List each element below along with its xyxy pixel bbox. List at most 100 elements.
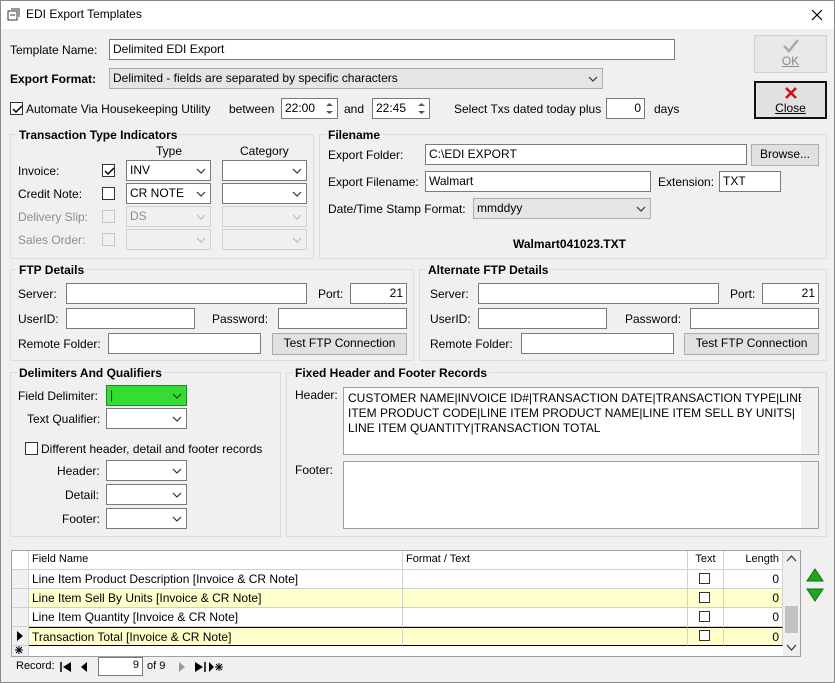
alt-ftp-port-label: Port: xyxy=(730,287,756,301)
export-filename-input[interactable]: Walmart xyxy=(425,171,651,192)
delim-detail-select[interactable] xyxy=(106,484,187,505)
field-delimiter-select[interactable]: | xyxy=(106,385,187,406)
days-input[interactable]: 0 xyxy=(606,98,645,119)
end-time-spinner[interactable]: 22:45 xyxy=(372,98,430,119)
row-text-checkbox[interactable] xyxy=(699,611,710,622)
delim-header-select[interactable] xyxy=(106,460,187,481)
new-row-selector[interactable] xyxy=(12,646,29,656)
spinner-arrows-icon xyxy=(418,103,425,114)
ftp-password-input[interactable] xyxy=(278,308,407,329)
column-header-length[interactable]: Length xyxy=(724,551,783,570)
fixed-header-textarea[interactable]: CUSTOMER NAME|INVOICE ID#|TRANSACTION DA… xyxy=(343,387,819,455)
row-selector[interactable] xyxy=(12,608,29,627)
table-row-field-name[interactable]: Line Item Sell By Units [Invoice & CR No… xyxy=(29,589,403,608)
delivery-slip-category-select[interactable] xyxy=(222,206,307,227)
sales-order-category-select[interactable] xyxy=(222,229,307,250)
column-header-format[interactable]: Format / Text xyxy=(403,551,688,570)
export-folder-input[interactable]: C:\EDI EXPORT xyxy=(425,144,747,165)
next-record-icon[interactable] xyxy=(176,660,188,674)
row-text-checkbox[interactable] xyxy=(699,573,710,584)
alt-ftp-folder-input[interactable] xyxy=(521,333,674,354)
alt-ftp-password-input[interactable] xyxy=(690,308,819,329)
invoice-type-select[interactable]: INV xyxy=(126,160,211,181)
automate-checkbox[interactable] xyxy=(10,102,23,115)
table-row-field-name[interactable]: Line Item Quantity [Invoice & CR Note] xyxy=(29,608,403,627)
table-row-field-name[interactable]: Line Item Product Description [Invoice &… xyxy=(29,570,403,589)
alt-ftp-server-input[interactable] xyxy=(478,283,719,304)
current-row-selector[interactable] xyxy=(12,627,29,646)
current-record-input[interactable]: 9 xyxy=(98,657,143,676)
field-delimiter-label: Field Delimiter: xyxy=(18,389,99,403)
template-name-input[interactable]: Delimited EDI Export xyxy=(109,39,675,60)
table-row-format[interactable] xyxy=(403,608,688,627)
ftp-test-button[interactable]: Test FTP Connection xyxy=(272,333,407,355)
invoice-category-select[interactable] xyxy=(222,160,307,181)
table-row-length[interactable]: 0 xyxy=(724,570,783,589)
chevron-down-icon xyxy=(171,464,183,477)
row-selector[interactable] xyxy=(12,570,29,589)
first-record-icon[interactable] xyxy=(59,660,73,674)
close-button[interactable]: Close xyxy=(754,81,827,119)
alt-ftp-userid-input[interactable] xyxy=(478,308,607,329)
grid-scrollbar[interactable] xyxy=(783,551,800,656)
type-column-header: Type xyxy=(156,144,183,158)
ftp-folder-label: Remote Folder: xyxy=(18,337,101,351)
select-txs-label: Select Txs dated today plus xyxy=(454,102,602,116)
move-down-button[interactable] xyxy=(805,587,825,605)
text-qualifier-select[interactable] xyxy=(106,408,187,429)
credit-note-checkbox[interactable] xyxy=(102,187,115,200)
row-selector[interactable] xyxy=(12,589,29,608)
ok-button[interactable]: OK xyxy=(754,35,827,73)
stamp-format-select[interactable]: mmddyy xyxy=(473,198,651,219)
row-text-checkbox[interactable] xyxy=(699,592,710,603)
edi-export-window: EDI Export Templates Template Name: Deli… xyxy=(0,0,835,683)
export-format-select[interactable]: Delimited - fields are separated by spec… xyxy=(109,68,603,89)
row-text-checkbox[interactable] xyxy=(699,630,710,641)
start-time-spinner[interactable]: 22:00 xyxy=(281,98,338,119)
credit-note-type-select[interactable]: CR NOTE xyxy=(126,183,211,204)
extension-input[interactable]: TXT xyxy=(719,171,781,192)
ftp-folder-input[interactable] xyxy=(108,333,261,354)
ftp-port-input[interactable]: 21 xyxy=(350,283,407,304)
delivery-slip-type-select[interactable]: DS xyxy=(126,206,211,227)
sales-order-checkbox[interactable] xyxy=(102,233,115,246)
column-header-text[interactable]: Text xyxy=(688,551,724,570)
scroll-thumb[interactable] xyxy=(785,606,798,633)
sales-order-type-select[interactable] xyxy=(126,229,211,250)
delim-footer-label: Footer: xyxy=(62,512,101,526)
record-label: Record: xyxy=(16,660,55,672)
ftp-server-label: Server: xyxy=(18,287,57,301)
table-row-format[interactable] xyxy=(403,589,688,608)
window-close-icon[interactable] xyxy=(801,3,833,27)
table-row-length[interactable]: 0 xyxy=(724,608,783,627)
alt-ftp-port-input[interactable]: 21 xyxy=(762,283,819,304)
table-row-field-name[interactable]: Transaction Total [Invoice & CR Note] xyxy=(29,627,403,646)
new-record-icon[interactable] xyxy=(208,660,224,674)
move-up-button[interactable] xyxy=(805,567,825,585)
invoice-checkbox[interactable] xyxy=(102,164,115,177)
current-row-arrow-icon xyxy=(17,631,23,641)
header-scrollbar[interactable] xyxy=(801,388,818,454)
footer-scrollbar[interactable] xyxy=(801,462,818,528)
stamp-format-value: mmddyy xyxy=(477,201,523,215)
ftp-userid-input[interactable] xyxy=(66,308,195,329)
last-record-icon[interactable] xyxy=(193,660,207,674)
table-row-length[interactable]: 0 xyxy=(724,627,783,646)
sales-order-label: Sales Order: xyxy=(18,233,86,247)
different-records-checkbox[interactable] xyxy=(25,442,38,455)
table-row-format[interactable] xyxy=(403,627,688,646)
delivery-slip-checkbox[interactable] xyxy=(102,210,115,223)
checkmark-icon xyxy=(782,39,799,53)
fixed-footer-textarea[interactable] xyxy=(343,461,819,529)
credit-note-category-select[interactable] xyxy=(222,183,307,204)
column-header-field-name[interactable]: Field Name xyxy=(29,551,403,570)
delimiters-title: Delimiters And Qualifiers xyxy=(17,366,164,380)
previous-record-icon[interactable] xyxy=(78,660,90,674)
ftp-server-input[interactable] xyxy=(66,283,307,304)
table-row-format[interactable] xyxy=(403,570,688,589)
browse-button[interactable]: Browse... xyxy=(751,144,819,166)
table-row-length[interactable]: 0 xyxy=(724,589,783,608)
green-arrow-up-icon xyxy=(806,568,824,582)
alt-ftp-test-button[interactable]: Test FTP Connection xyxy=(684,333,819,355)
delim-footer-select[interactable] xyxy=(106,508,187,529)
